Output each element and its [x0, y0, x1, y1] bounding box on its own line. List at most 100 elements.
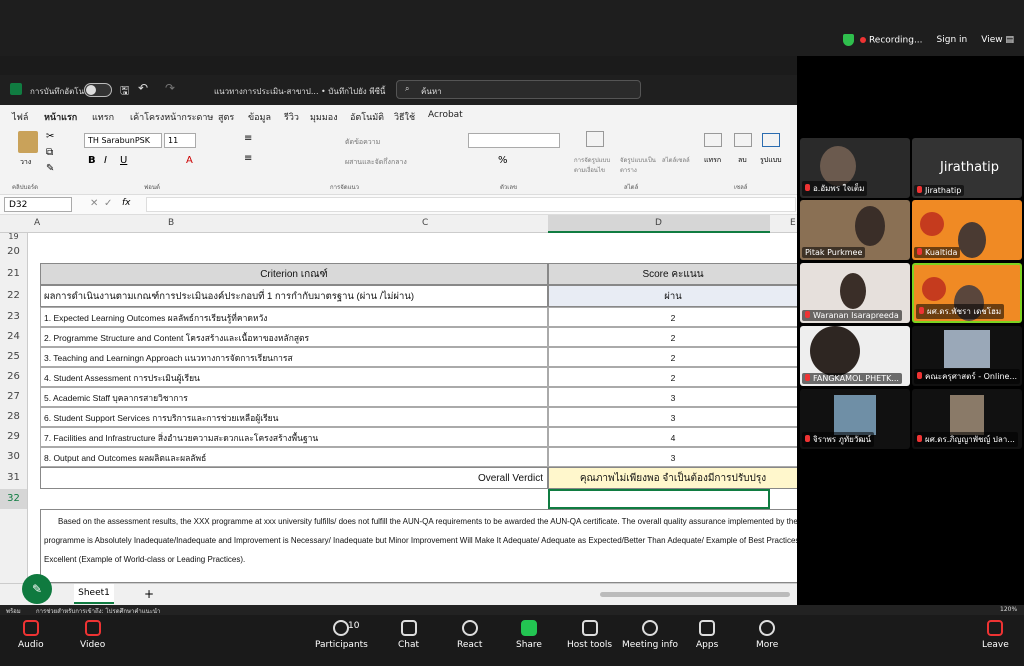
criterion-cell[interactable]: 4. Student Assessment การประเมินผู้เรียน [40, 367, 548, 387]
italic-icon[interactable]: I [104, 155, 107, 166]
tab-help[interactable]: วิธีใช้ [394, 110, 415, 124]
row-number[interactable]: 28 [0, 407, 28, 427]
font-color-icon[interactable]: A [186, 155, 193, 166]
participant-tile[interactable]: Jirathatip Jirathatip [912, 138, 1022, 198]
tab-page-layout[interactable]: เค้าโครงหน้ากระดาษ [130, 110, 213, 124]
name-box[interactable]: D32 [4, 197, 72, 212]
column-header-b[interactable]: B [168, 218, 174, 228]
cut-icon[interactable]: ✂ [46, 131, 54, 142]
column-header-c[interactable]: C [422, 218, 428, 228]
format-painter-icon[interactable]: ✎ [46, 163, 54, 174]
score-cell[interactable]: 3 [548, 447, 797, 467]
row-number-selected[interactable]: 32 [0, 489, 28, 509]
criterion-cell[interactable]: 5. Academic Staff บุคลากรสายวิชาการ [40, 387, 548, 407]
sheet-tab-sheet1[interactable]: Sheet1 [74, 584, 114, 604]
criterion-cell[interactable]: 8. Output and Outcomes ผลผลิตและผลลัพธ์ [40, 447, 548, 467]
row-number[interactable]: 25 [0, 347, 28, 367]
zoom-level[interactable]: 120% [1000, 606, 1017, 613]
align-left-icon[interactable]: ≡ [244, 153, 252, 164]
add-sheet-button[interactable]: + [144, 587, 154, 601]
cancel-icon[interactable]: ✕ [90, 198, 98, 209]
font-size-select[interactable]: 11 [164, 133, 196, 148]
row-number[interactable]: 22 [0, 285, 28, 307]
standard-score-cell[interactable]: ผ่าน [548, 285, 797, 307]
undo-icon[interactable]: ↶ [138, 81, 148, 95]
row-number[interactable]: 29 [0, 427, 28, 447]
selected-cell-d32[interactable] [548, 489, 770, 509]
participant-tile[interactable]: Waranan Isarapreeda [800, 263, 910, 323]
score-cell[interactable]: 3 [548, 407, 797, 427]
row-number[interactable]: 19 [0, 233, 28, 241]
row-number[interactable]: 30 [0, 447, 28, 467]
criterion-cell[interactable]: 6. Student Support Services การบริการและ… [40, 407, 548, 427]
insert-cells-icon[interactable] [704, 133, 722, 147]
row-number[interactable]: 31 [0, 467, 28, 489]
row-number[interactable]: 27 [0, 387, 28, 407]
tab-view[interactable]: มุมมอง [310, 110, 338, 124]
document-title[interactable]: แนวทางการประเมิน-สาขาป... • บันทึกไปยัง … [214, 85, 385, 98]
row-number[interactable]: 23 [0, 307, 28, 327]
copy-icon[interactable]: ⧉ [46, 147, 53, 158]
font-name-select[interactable]: TH SarabunPSK [84, 133, 162, 148]
row-number[interactable]: 20 [0, 241, 28, 263]
leave-button[interactable]: Leave [982, 620, 1009, 650]
video-button[interactable]: Video [80, 620, 105, 650]
audio-button[interactable]: Audio [18, 620, 44, 650]
participants-button[interactable]: Participants [315, 620, 368, 650]
column-header-a[interactable]: A [34, 218, 40, 228]
score-cell[interactable]: 2 [548, 367, 797, 387]
react-button[interactable]: React [457, 620, 482, 650]
score-header[interactable]: Score คะแนน [548, 263, 797, 285]
edit-pencil-icon[interactable]: ✎ [22, 574, 52, 604]
bold-icon[interactable]: B [88, 155, 96, 166]
paste-icon[interactable] [18, 131, 38, 153]
tab-insert[interactable]: แทรก [92, 110, 114, 124]
participant-tile[interactable]: คณะครุศาสตร์ - Online... [912, 326, 1022, 386]
search-input[interactable]: ⌕ ค้นหา [396, 80, 641, 99]
tab-automate[interactable]: อัตโนมัติ [350, 110, 384, 124]
row-number[interactable]: 21 [0, 263, 28, 285]
recording-indicator[interactable]: Recording... [842, 34, 923, 46]
criterion-cell[interactable]: 3. Teaching and Learningn Approach แนวทา… [40, 347, 548, 367]
criterion-cell[interactable]: 1. Expected Learning Outcomes ผลลัพธ์การ… [40, 307, 548, 327]
merge-center-button[interactable]: ผสานและจัดกึ่งกลาง [345, 157, 407, 168]
overall-verdict-label[interactable]: Overall Verdict [40, 467, 548, 489]
view-button[interactable]: View ▤ [981, 35, 1014, 45]
share-button[interactable]: Share [516, 620, 542, 650]
percent-icon[interactable]: % [498, 155, 508, 166]
row-number[interactable]: 26 [0, 367, 28, 387]
worksheet-grid[interactable]: 19 20 21 22 23 24 25 26 27 28 29 30 31 3… [0, 233, 797, 583]
align-top-icon[interactable]: ≡ [244, 133, 252, 144]
score-cell[interactable]: 4 [548, 427, 797, 447]
apps-button[interactable]: Apps [696, 620, 718, 650]
sign-in-button[interactable]: Sign in [937, 35, 968, 45]
host-tools-button[interactable]: Host tools [567, 620, 612, 650]
summary-paragraph[interactable]: Based on the assessment results, the XXX… [44, 512, 797, 569]
wrap-text-button[interactable]: ตัดข้อความ [345, 137, 380, 148]
enter-icon[interactable]: ✓ [104, 198, 112, 209]
criterion-cell[interactable]: 7. Facilities and Infrastructure สิ่งอำน… [40, 427, 548, 447]
tab-acrobat[interactable]: Acrobat [428, 110, 463, 120]
participant-tile[interactable]: อ.อัมพร ใจเต็ม [800, 138, 910, 198]
standard-criterion-cell[interactable]: ผลการดำเนินงานตามเกณฑ์การประเมินองค์ประก… [40, 285, 548, 307]
chat-button[interactable]: Chat [398, 620, 419, 650]
number-format-select[interactable] [468, 133, 560, 148]
more-button[interactable]: More [756, 620, 778, 650]
criterion-header[interactable]: Criterion เกณฑ์ [40, 263, 548, 285]
tab-review[interactable]: รีวิว [284, 110, 299, 124]
participant-tile[interactable]: FANGKAMOL PHETK... [800, 326, 910, 386]
autosave-toggle[interactable] [84, 83, 112, 97]
participant-tile[interactable]: Kualtida [912, 200, 1022, 260]
conditional-format-icon[interactable] [586, 131, 604, 147]
tab-formulas[interactable]: สูตร [218, 110, 234, 124]
formula-input[interactable] [146, 197, 796, 212]
underline-icon[interactable]: U [120, 155, 127, 166]
score-cell[interactable]: 2 [548, 327, 797, 347]
participant-tile[interactable]: ผศ.ดร.ภิญญาพัชญ์ ปลา... [912, 389, 1022, 449]
score-cell[interactable]: 3 [548, 387, 797, 407]
horizontal-scrollbar[interactable] [600, 592, 790, 597]
participant-tile[interactable]: Pitak Purkmee [800, 200, 910, 260]
tab-data[interactable]: ข้อมูล [248, 110, 271, 124]
fx-icon[interactable]: fx [122, 198, 131, 208]
delete-cells-icon[interactable] [734, 133, 752, 147]
